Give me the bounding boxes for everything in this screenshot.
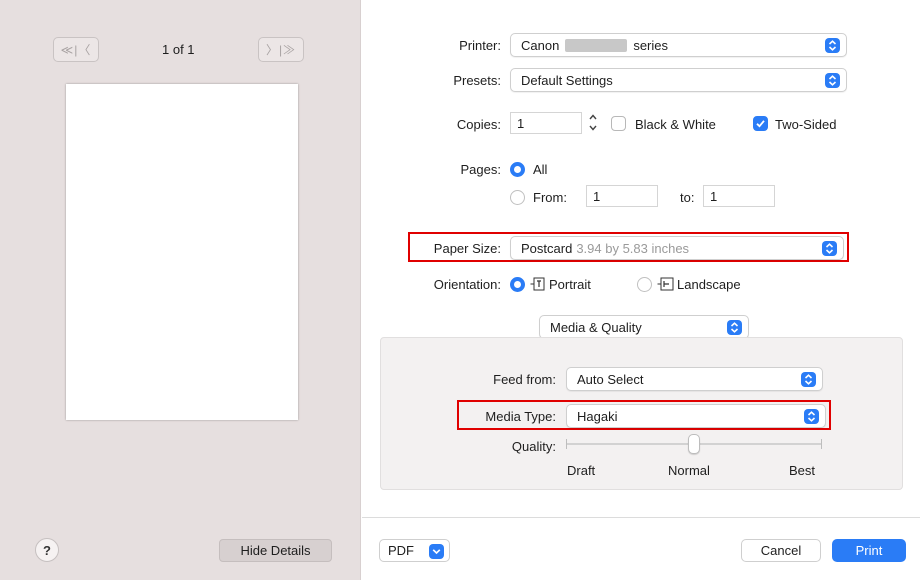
quality-tick-label-normal: Normal [668,463,710,478]
printer-name-prefix: Canon [521,37,560,53]
pdf-menu-button[interactable]: PDF [379,539,450,562]
hide-details-button[interactable]: Hide Details [219,539,332,562]
paper-size-detail: 3.94 by 5.83 inches [576,240,690,256]
page-counter: 1 of 1 [162,42,195,57]
landscape-radio[interactable] [637,277,652,292]
updown-chevron-icon [822,241,837,256]
quality-tick-label-draft: Draft [567,463,596,478]
next-last-glyph: 〉|≫ [265,43,297,57]
first-prev-glyph: ≪|〈 [60,43,92,57]
pages-label: Pages: [460,162,501,177]
updown-chevron-icon [801,372,816,387]
question-icon: ? [43,542,51,558]
help-button[interactable]: ? [35,538,59,562]
landscape-icon [657,276,674,295]
quality-tick-label-best: Best [789,463,816,478]
updown-chevron-icon [825,73,840,88]
chevron-down-icon [429,544,444,559]
updown-chevron-icon [804,409,819,424]
printer-name-suffix: series [633,37,668,53]
black-white-label: Black & White [635,117,716,132]
feed-from-select[interactable]: Auto Select [566,367,823,391]
print-button[interactable]: Print [832,539,906,562]
printer-model-redacted [565,38,628,52]
pages-to-field[interactable]: 1 [703,185,775,207]
copies-field[interactable]: 1 [510,112,582,134]
updown-chevron-icon [825,38,840,53]
two-sided-label: Two-Sided [775,117,837,132]
portrait-radio[interactable] [510,277,525,292]
pages-from-label: From: [533,190,567,205]
feed-from-value: Auto Select [577,371,644,387]
section-select[interactable]: Media & Quality [539,315,749,339]
first-prev-page-button[interactable]: ≪|〈 [53,37,99,62]
presets-value: Default Settings [521,72,613,88]
landscape-label: Landscape [677,277,741,292]
pages-from-field[interactable]: 1 [586,185,658,207]
quality-slider[interactable] [566,433,822,455]
next-last-page-button[interactable]: 〉|≫ [258,37,304,62]
two-sided-checkbox[interactable] [753,116,768,131]
updown-chevron-icon [727,320,742,335]
portrait-icon [530,276,546,295]
quality-label: Quality: [511,439,556,454]
section-select-value: Media & Quality [550,319,642,335]
printer-select[interactable]: Canon series [510,33,847,57]
copies-label: Copies: [456,117,501,132]
preview-pane: ≪|〈 1 of 1 〉|≫ ? Hide Details [0,0,361,580]
pages-from-radio[interactable] [510,190,525,205]
media-type-value: Hagaki [577,408,618,424]
feed-from-label: Feed from: [493,372,556,387]
orientation-label: Orientation: [433,277,501,292]
portrait-label: Portrait [549,277,591,292]
paper-size-label: Paper Size: [433,241,501,256]
quality-tick-draft [566,439,567,449]
media-type-select[interactable]: Hagaki [566,404,826,428]
pages-to-label: to: [680,190,695,205]
copies-stepper[interactable] [587,111,599,134]
pages-all-label: All [533,162,548,177]
pdf-label: PDF [388,543,414,558]
printer-label: Printer: [459,38,501,53]
checkmark-icon [756,120,765,128]
presets-label: Presets: [453,73,501,88]
presets-select[interactable]: Default Settings [510,68,847,92]
quality-tick-best [821,439,822,449]
pages-all-radio[interactable] [510,162,525,177]
paper-size-value: Postcard [521,240,573,256]
paper-size-select[interactable]: Postcard 3.94 by 5.83 inches [510,236,844,260]
page-preview [66,84,298,420]
quality-slider-thumb[interactable] [688,434,700,454]
media-type-label: Media Type: [485,409,556,424]
footer-divider [362,517,920,518]
cancel-button[interactable]: Cancel [741,539,821,562]
black-white-checkbox[interactable] [611,116,626,131]
